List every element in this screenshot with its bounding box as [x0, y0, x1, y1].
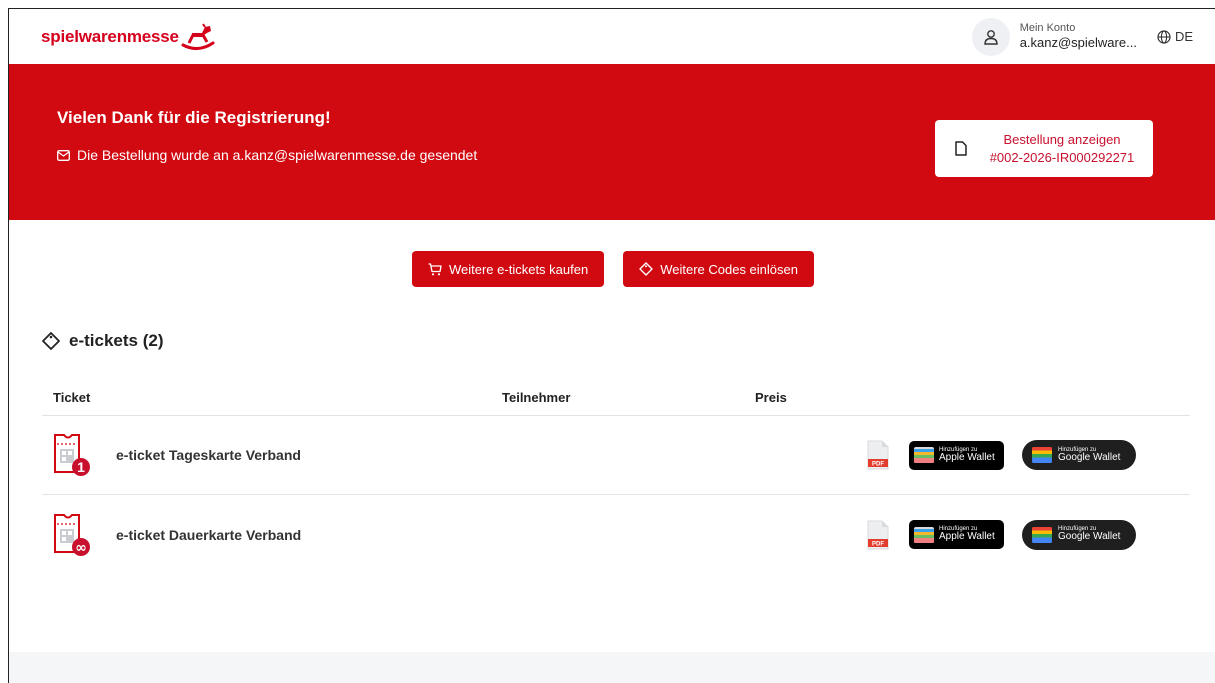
tickets-title-text: e-tickets (2)	[69, 331, 164, 350]
pdf-download-button[interactable]: PDF	[867, 520, 889, 550]
banner-title: Vielen Dank für die Registrierung!	[57, 108, 331, 127]
order-number: #002-2026-IR000292271	[989, 149, 1135, 165]
ticket-tag-icon	[639, 262, 653, 276]
ticket-qr-icon: ∞	[54, 513, 90, 556]
table-header: Ticket Teilnehmer Preis	[42, 379, 1190, 416]
table-row: 1 e-ticket Tageskarte Verband PDF Hinzuf…	[42, 416, 1190, 495]
ticket-name: e-ticket Dauerkarte Verband	[116, 526, 302, 543]
cart-icon	[428, 262, 442, 275]
column-participant: Teilnehmer	[502, 389, 571, 405]
download-options: PDF Hinzufügen zu Apple Wallet Hinzufüge…	[867, 519, 1136, 550]
mail-icon	[57, 149, 70, 161]
account-area[interactable]: Mein Konto a.kanz@spielware... DE	[971, 17, 1193, 56]
ticket-cell: 1 e-ticket Tageskarte Verband	[42, 432, 867, 478]
ticket-badge: 1	[77, 459, 85, 475]
apple-wallet-text: Hinzufügen zu Apple Wallet	[939, 526, 995, 543]
footer-band	[9, 652, 1215, 683]
view-order-label: Bestellung anzeigen	[1003, 131, 1121, 147]
top-header: spielwarenmesse Mein Konto a.kanz@spielw…	[9, 9, 1215, 64]
pdf-download-button[interactable]: PDF	[867, 440, 889, 470]
buy-more-tickets-button[interactable]: Weitere e-tickets kaufen	[411, 251, 605, 287]
google-wallet-icon	[1032, 526, 1052, 543]
column-price: Preis	[755, 389, 787, 405]
language-label: DE	[1174, 29, 1193, 44]
banner-subtitle: Die Bestellung wurde an a.kanz@spielware…	[57, 147, 477, 163]
google-wallet-icon	[1032, 447, 1052, 463]
tickets-table: Ticket Teilnehmer Preis 1 e-ticket Tages…	[42, 379, 1190, 574]
tickets-section-title: e-tickets (2)	[41, 331, 163, 351]
google-wallet-text: Hinzufügen zu Google Wallet	[1058, 447, 1120, 464]
apple-wallet-text: Hinzufügen zu Apple Wallet	[939, 447, 995, 464]
account-email: a.kanz@spielware...	[1019, 35, 1137, 51]
redeem-codes-button[interactable]: Weitere Codes einlösen	[623, 251, 814, 287]
google-wallet-big: Google Wallet	[1058, 531, 1121, 543]
document-icon	[955, 141, 967, 156]
table-row: ∞ e-ticket Dauerkarte Verband PDF Hinzuf…	[42, 495, 1190, 574]
apple-wallet-big: Apple Wallet	[939, 451, 995, 463]
avatar[interactable]	[971, 17, 1010, 56]
globe-icon	[1157, 29, 1171, 44]
apple-wallet-icon	[914, 447, 934, 463]
google-wallet-big: Google Wallet	[1058, 451, 1121, 463]
pdf-file-icon: PDF	[867, 440, 889, 470]
pdf-label: PDF	[872, 462, 884, 468]
redeem-codes-label: Weitere Codes einlösen	[660, 261, 798, 277]
language-selector[interactable]: DE	[1157, 29, 1193, 44]
apple-wallet-icon	[914, 526, 934, 543]
rocking-horse-icon	[181, 22, 215, 50]
ticket-badge: ∞	[75, 540, 87, 556]
account-text[interactable]: Mein Konto a.kanz@spielware...	[1020, 22, 1137, 51]
ticket-qr-icon: 1	[54, 434, 90, 476]
view-order-text: Bestellung anzeigen #002-2026-IR00029227…	[981, 131, 1153, 166]
ticket-cell: ∞ e-ticket Dauerkarte Verband	[42, 512, 867, 558]
logo-text: spielwarenmesse	[41, 26, 179, 46]
action-buttons: Weitere e-tickets kaufen Weitere Codes e…	[9, 251, 1215, 287]
banner-subtitle-text: Die Bestellung wurde an a.kanz@spielware…	[77, 147, 478, 163]
ticket-name: e-ticket Tageskarte Verband	[116, 447, 301, 463]
google-wallet-text: Hinzufügen zu Google Wallet	[1058, 526, 1120, 543]
download-options: PDF Hinzufügen zu Apple Wallet Hinzufüge…	[867, 440, 1136, 470]
add-to-google-wallet-button[interactable]: Hinzufügen zu Google Wallet	[1022, 519, 1136, 550]
add-to-apple-wallet-button[interactable]: Hinzufügen zu Apple Wallet	[909, 440, 1004, 470]
pdf-file-icon: PDF	[867, 520, 889, 549]
add-to-google-wallet-button[interactable]: Hinzufügen zu Google Wallet	[1022, 440, 1136, 470]
pdf-label: PDF	[872, 541, 884, 547]
logo[interactable]: spielwarenmesse	[41, 22, 215, 51]
user-icon	[983, 29, 998, 45]
buy-more-label: Weitere e-tickets kaufen	[448, 261, 589, 277]
account-label: Mein Konto	[1019, 22, 1076, 35]
confirmation-banner: Vielen Dank für die Registrierung! Die B…	[9, 64, 1215, 220]
view-order-button[interactable]: Bestellung anzeigen #002-2026-IR00029227…	[935, 120, 1153, 177]
page-frame: spielwarenmesse Mein Konto a.kanz@spielw…	[8, 8, 1215, 683]
column-ticket: Ticket	[53, 389, 91, 405]
add-to-apple-wallet-button[interactable]: Hinzufügen zu Apple Wallet	[909, 520, 1004, 549]
ticket-tag-icon	[42, 332, 60, 350]
apple-wallet-big: Apple Wallet	[939, 531, 995, 543]
